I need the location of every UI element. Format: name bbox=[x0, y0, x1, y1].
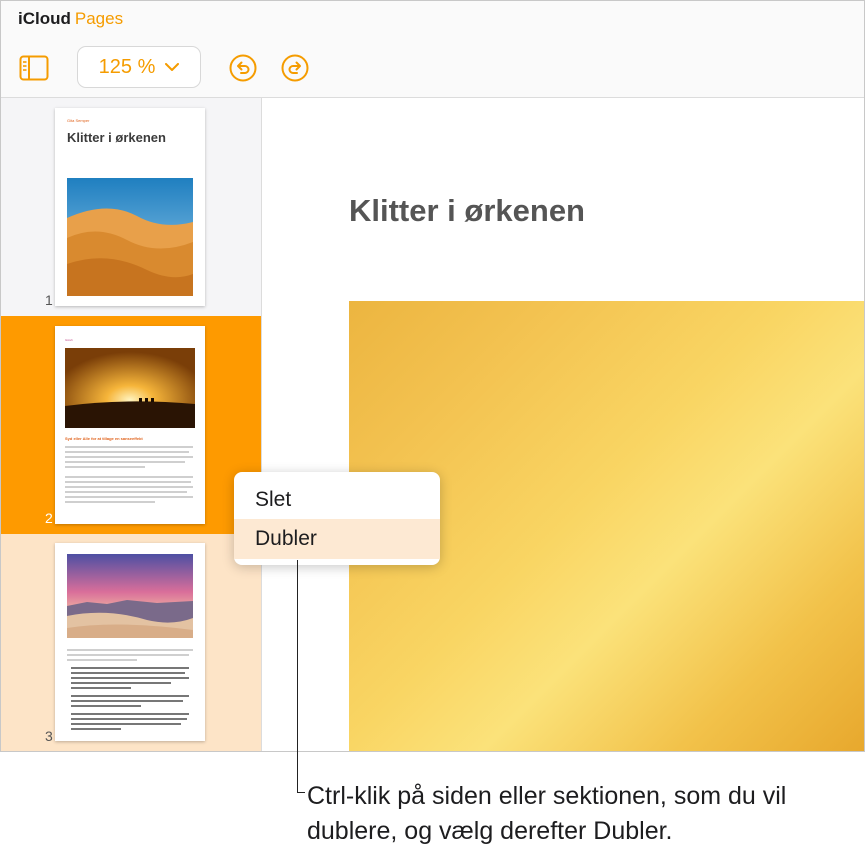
callout-line bbox=[297, 560, 298, 792]
delete-menu-item[interactable]: Slet bbox=[234, 480, 440, 520]
dunes-twilight-image bbox=[67, 554, 193, 638]
page-thumbnail-2[interactable]: Gizeh Syd eller Alle for at tillage en s… bbox=[1, 316, 261, 534]
desert-sunset-image bbox=[65, 348, 195, 428]
page-thumbnails-sidebar: Gita Semper Klitter i ørkenen 1 Gizeh Sy… bbox=[1, 98, 262, 751]
app-brand: iCloud Pages bbox=[18, 9, 123, 29]
context-menu: Slet Dubler bbox=[234, 472, 440, 565]
duplicate-menu-item[interactable]: Dubler bbox=[234, 519, 440, 559]
undo-icon[interactable] bbox=[229, 54, 257, 82]
chevron-down-icon bbox=[165, 62, 180, 71]
pages-label: Pages bbox=[74, 9, 124, 28]
page-preview: Gita Semper Klitter i ørkenen bbox=[55, 108, 205, 306]
page-number: 3 bbox=[45, 728, 53, 744]
callout-tick bbox=[297, 792, 305, 793]
thumbnail-heading: Syd eller Alle for at tillage en sanseef… bbox=[65, 436, 143, 441]
thumbnail-title: Klitter i ørkenen bbox=[67, 130, 166, 145]
desert-dunes-image bbox=[67, 178, 193, 296]
zoom-value: 125 % bbox=[98, 55, 156, 78]
icloud-label: iCloud bbox=[18, 9, 71, 28]
sidebar-toggle-icon[interactable] bbox=[19, 55, 49, 81]
page-thumbnail-1[interactable]: Gita Semper Klitter i ørkenen 1 bbox=[1, 98, 261, 316]
callout-caption: Ctrl-klik på siden eller sektionen, som … bbox=[307, 782, 787, 845]
toolbar: iCloud Pages 125 % bbox=[1, 1, 864, 98]
page-number: 2 bbox=[45, 510, 53, 526]
thumbnail-section-label: Gizeh bbox=[65, 338, 73, 342]
page-number: 1 bbox=[45, 292, 53, 308]
document-title[interactable]: Klitter i ørkenen bbox=[349, 193, 585, 229]
page-thumbnail-3[interactable]: 3 bbox=[1, 534, 261, 751]
pages-window: iCloud Pages 125 % Gita Semper Klitter i… bbox=[0, 0, 865, 752]
page-preview bbox=[55, 543, 205, 741]
thumbnail-author: Gita Semper bbox=[67, 118, 90, 123]
redo-icon[interactable] bbox=[281, 54, 309, 82]
page-preview: Gizeh Syd eller Alle for at tillage en s… bbox=[55, 326, 205, 524]
zoom-select[interactable]: 125 % bbox=[77, 46, 201, 88]
document-canvas[interactable]: Klitter i ørkenen bbox=[262, 98, 864, 751]
